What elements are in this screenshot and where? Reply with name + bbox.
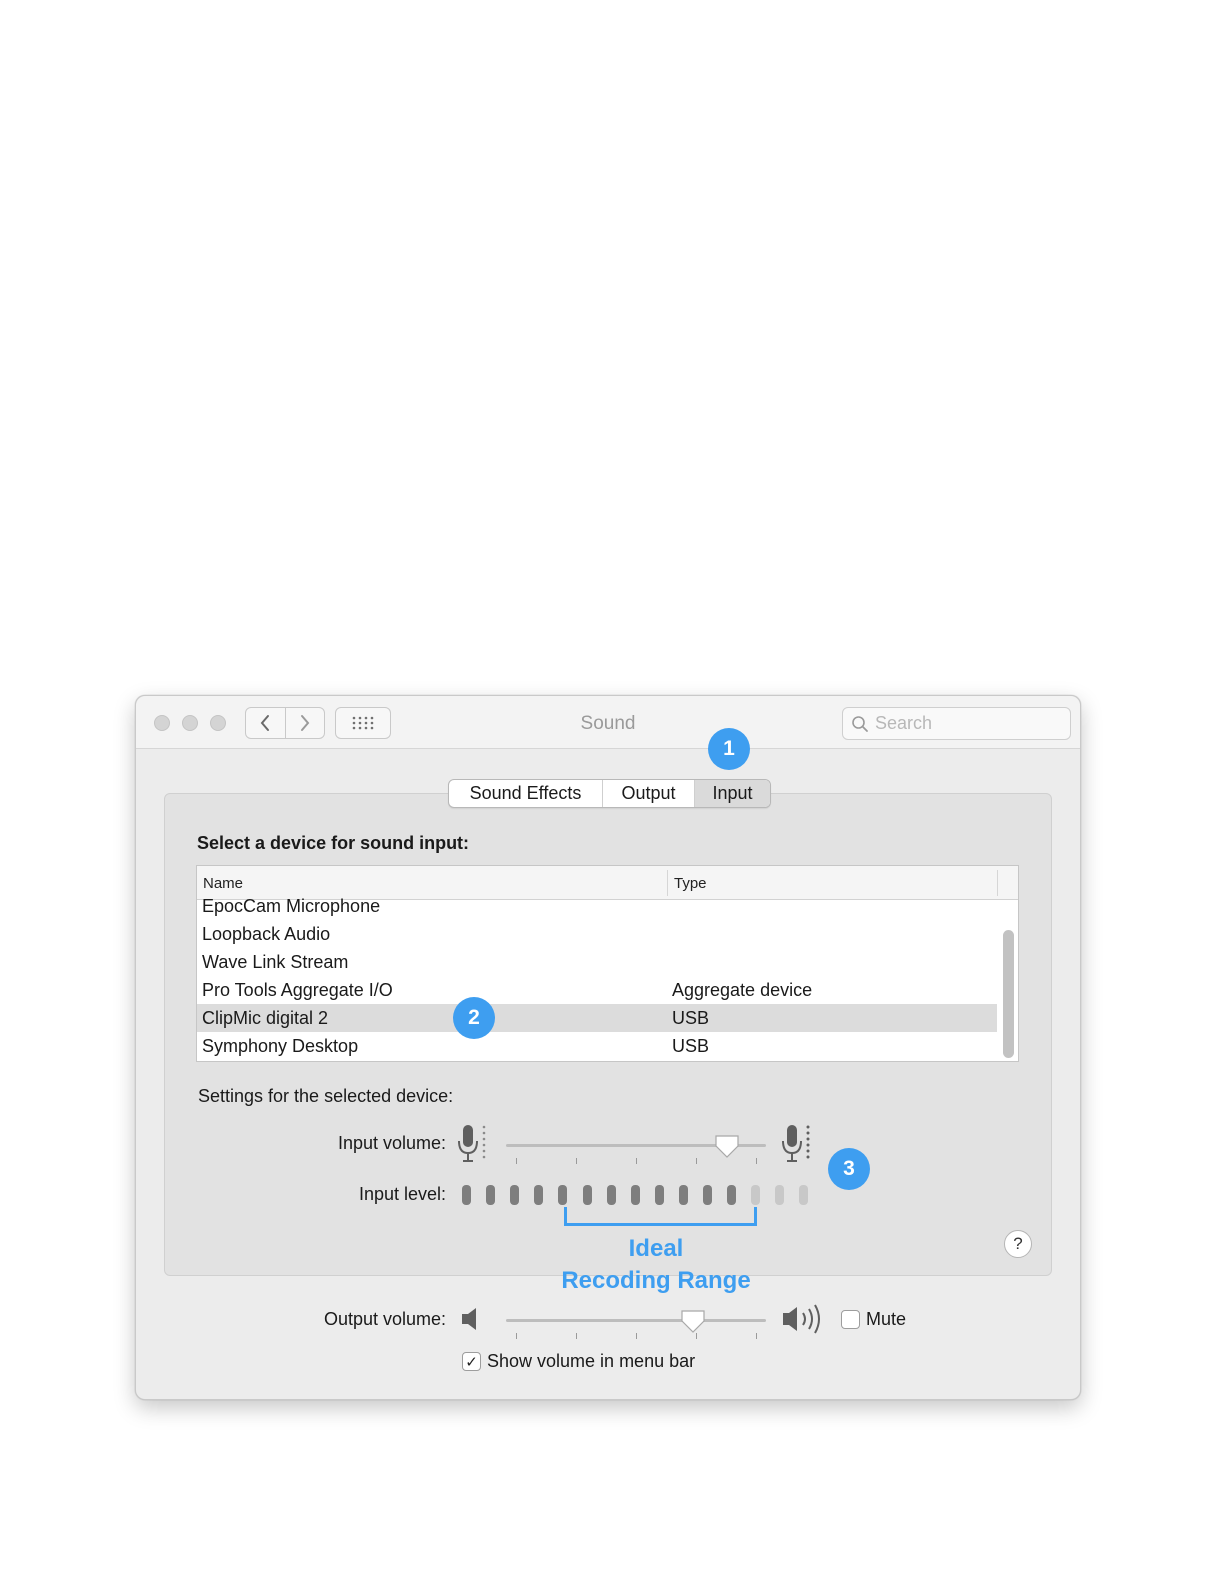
- tab-output[interactable]: Output: [602, 780, 694, 807]
- microphone-low-icon: [458, 1125, 486, 1162]
- mute-label: Mute: [866, 1309, 907, 1329]
- slider-tick: [516, 1158, 517, 1164]
- output-volume-slider-thumb[interactable]: [680, 1309, 706, 1335]
- device-name: Loopback Audio: [202, 924, 331, 944]
- table-row[interactable]: Symphony Desktop USB: [197, 1032, 997, 1060]
- level-segment: [606, 1185, 616, 1205]
- annotation-badge-1: 1: [708, 728, 750, 770]
- level-segment: [486, 1185, 496, 1205]
- output-volume-label: Output volume:: [323, 1309, 446, 1329]
- speaker-low-icon: [462, 1308, 476, 1330]
- level-segment: [751, 1185, 761, 1205]
- device-name: Symphony Desktop: [202, 1036, 359, 1056]
- slider-tick: [696, 1158, 697, 1164]
- slider-tick: [756, 1333, 757, 1339]
- level-segment: [558, 1185, 568, 1205]
- input-device-heading: Select a device for sound input:: [197, 833, 470, 853]
- search-field[interactable]: [842, 707, 1071, 740]
- level-segment: [775, 1185, 785, 1205]
- checkmark-icon: ✓: [465, 1353, 478, 1371]
- device-name: Pro Tools Aggregate I/O: [202, 980, 393, 1000]
- sound-preferences-window: Sound Sound Effects Output Input 1 Selec…: [135, 695, 1081, 1400]
- level-segment: [510, 1185, 520, 1205]
- level-segment: [462, 1185, 471, 1205]
- tab-input[interactable]: Input: [694, 780, 770, 807]
- level-segment: [582, 1185, 592, 1205]
- level-segment: [534, 1185, 544, 1205]
- slider-tick: [756, 1158, 757, 1164]
- annotation-badge-3: 3: [828, 1148, 870, 1190]
- output-volume-slider[interactable]: [506, 1319, 766, 1322]
- slider-tick: [696, 1333, 697, 1339]
- titlebar: Sound: [136, 696, 1080, 749]
- device-name: ClipMic digital 2: [202, 1008, 329, 1028]
- column-header-type[interactable]: Type: [674, 875, 707, 892]
- table-row-selected[interactable]: ClipMic digital 2 USB: [197, 1004, 997, 1032]
- show-volume-label: Show volume in menu bar: [487, 1351, 696, 1371]
- device-name: EpocCam Microphone: [202, 896, 381, 916]
- search-icon: [852, 715, 868, 732]
- tab-sound-effects[interactable]: Sound Effects: [449, 780, 602, 807]
- tab-bar: Sound Effects Output Input: [448, 779, 771, 808]
- level-segment: [703, 1185, 712, 1205]
- annotation-badge-2: 2: [453, 997, 495, 1039]
- level-segment: [630, 1185, 640, 1205]
- table-scrollbar[interactable]: [1003, 930, 1014, 1058]
- input-volume-label: Input volume:: [337, 1133, 446, 1153]
- ideal-range-label: Ideal Recoding Range: [536, 1233, 776, 1297]
- ideal-range-line-1: Ideal: [628, 1235, 684, 1262]
- device-type: Aggregate device: [672, 980, 813, 1000]
- column-header-name[interactable]: Name: [203, 875, 243, 892]
- level-segment: [727, 1185, 737, 1205]
- level-segment: [678, 1185, 688, 1205]
- table-row[interactable]: Pro Tools Aggregate I/O Aggregate device: [197, 976, 997, 1004]
- input-volume-slider-thumb[interactable]: [714, 1134, 740, 1160]
- slider-tick: [576, 1158, 577, 1164]
- device-type: USB: [672, 1008, 710, 1028]
- mute-checkbox[interactable]: [841, 1310, 860, 1329]
- input-level-label: Input level:: [358, 1184, 446, 1204]
- table-row[interactable]: EpocCam Microphone: [197, 892, 997, 920]
- slider-tick: [636, 1158, 637, 1164]
- show-volume-checkbox[interactable]: ✓: [462, 1352, 481, 1371]
- table-row[interactable]: Wave Link Stream: [197, 948, 997, 976]
- speaker-high-icon: [783, 1304, 820, 1334]
- help-button[interactable]: ?: [1004, 1230, 1032, 1258]
- column-divider: [997, 870, 998, 896]
- table-row[interactable]: Loopback Audio: [197, 920, 997, 948]
- device-type: USB: [672, 1036, 710, 1056]
- microphone-high-icon: [782, 1125, 810, 1162]
- level-segment: [799, 1185, 809, 1205]
- ideal-range-bracket: [564, 1207, 757, 1226]
- slider-tick: [576, 1333, 577, 1339]
- ideal-range-line-2: Recoding Range: [561, 1267, 751, 1294]
- slider-tick: [636, 1333, 637, 1339]
- device-name: Wave Link Stream: [202, 952, 349, 972]
- slider-tick: [516, 1333, 517, 1339]
- input-device-table[interactable]: Name Type EpocCam Microphone Loopback Au…: [196, 865, 1019, 1062]
- level-segment: [654, 1185, 664, 1205]
- device-settings-heading: Settings for the selected device:: [198, 1086, 454, 1106]
- search-input[interactable]: [875, 713, 1065, 734]
